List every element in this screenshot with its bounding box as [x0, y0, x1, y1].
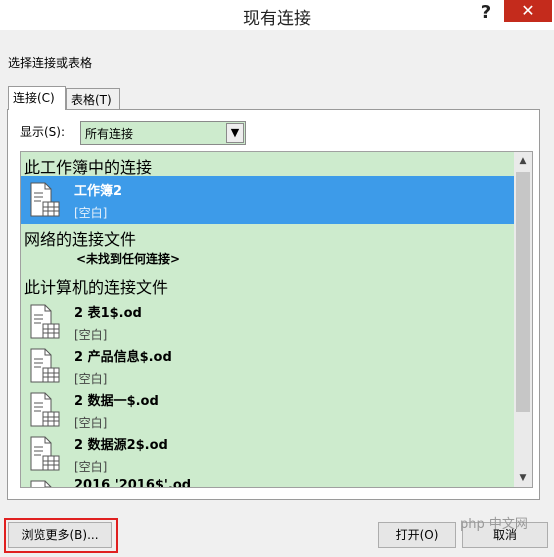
tab-connections[interactable]: 连接(C) — [8, 86, 66, 110]
browse-highlight — [4, 518, 118, 553]
data-file-icon — [30, 304, 60, 339]
item-desc: [空白] — [74, 328, 108, 342]
data-file-icon — [30, 348, 60, 383]
list-item[interactable]: 2 数据源2$.od [空白] — [21, 430, 514, 478]
no-connections-text: <未找到任何连接> — [76, 252, 181, 266]
group-title-workbook: 此工作簿中的连接 — [24, 158, 153, 177]
connection-list[interactable]: 此工作簿中的连接 工作簿2 [空白] 网络的连接文件 <未找到任何连接> 此计算… — [20, 151, 533, 488]
list-item-workbook2[interactable]: 工作簿2 [空白] — [21, 176, 514, 224]
show-combo-value: 所有连接 — [85, 127, 134, 141]
item-desc: [空白] — [74, 416, 108, 430]
list-item[interactable]: 2 表1$.od [空白] — [21, 298, 514, 346]
data-file-icon — [30, 480, 52, 487]
tab-tables[interactable]: 表格(T) — [66, 88, 120, 109]
scroll-up-icon[interactable]: ▲ — [514, 152, 532, 170]
watermark: php 中文网 — [460, 517, 528, 532]
item-name: 2 数据一$.od — [74, 394, 159, 409]
scroll-thumb[interactable] — [516, 172, 530, 412]
vertical-scrollbar[interactable]: ▲ ▼ — [514, 152, 532, 487]
data-file-icon — [30, 436, 60, 471]
item-name: 2 表1$.od — [74, 306, 142, 321]
item-desc: [空白] — [74, 372, 108, 386]
list-item[interactable]: 2 产品信息$.od [空白] — [21, 342, 514, 390]
group-title-network: 网络的连接文件 — [24, 230, 137, 249]
scroll-down-icon[interactable]: ▼ — [514, 469, 532, 487]
data-file-icon — [30, 182, 60, 217]
show-combo[interactable]: 所有连接 ▼ — [80, 121, 246, 145]
data-file-icon — [30, 392, 60, 427]
open-button[interactable]: 打开(O) — [378, 522, 456, 548]
item-name: 2016 '2016$'.od — [74, 478, 192, 488]
item-desc: [空白] — [74, 460, 108, 474]
item-name: 2 数据源2$.od — [74, 438, 168, 453]
item-desc: [空白] — [74, 206, 108, 220]
close-icon[interactable]: ✕ — [504, 0, 552, 22]
group-title-computer: 此计算机的连接文件 — [24, 278, 169, 297]
prompt-text: 选择连接或表格 — [8, 56, 93, 70]
chevron-down-icon[interactable]: ▼ — [226, 123, 244, 143]
help-icon[interactable]: ? — [470, 0, 502, 28]
list-item[interactable]: 2016 '2016$'.od — [21, 474, 514, 488]
title-bar: 现有连接 ? ✕ — [0, 0, 554, 30]
show-label: 显示(S): — [20, 125, 66, 139]
list-item[interactable]: 2 数据一$.od [空白] — [21, 386, 514, 434]
item-name: 2 产品信息$.od — [74, 350, 172, 365]
item-name: 工作簿2 — [74, 184, 123, 199]
